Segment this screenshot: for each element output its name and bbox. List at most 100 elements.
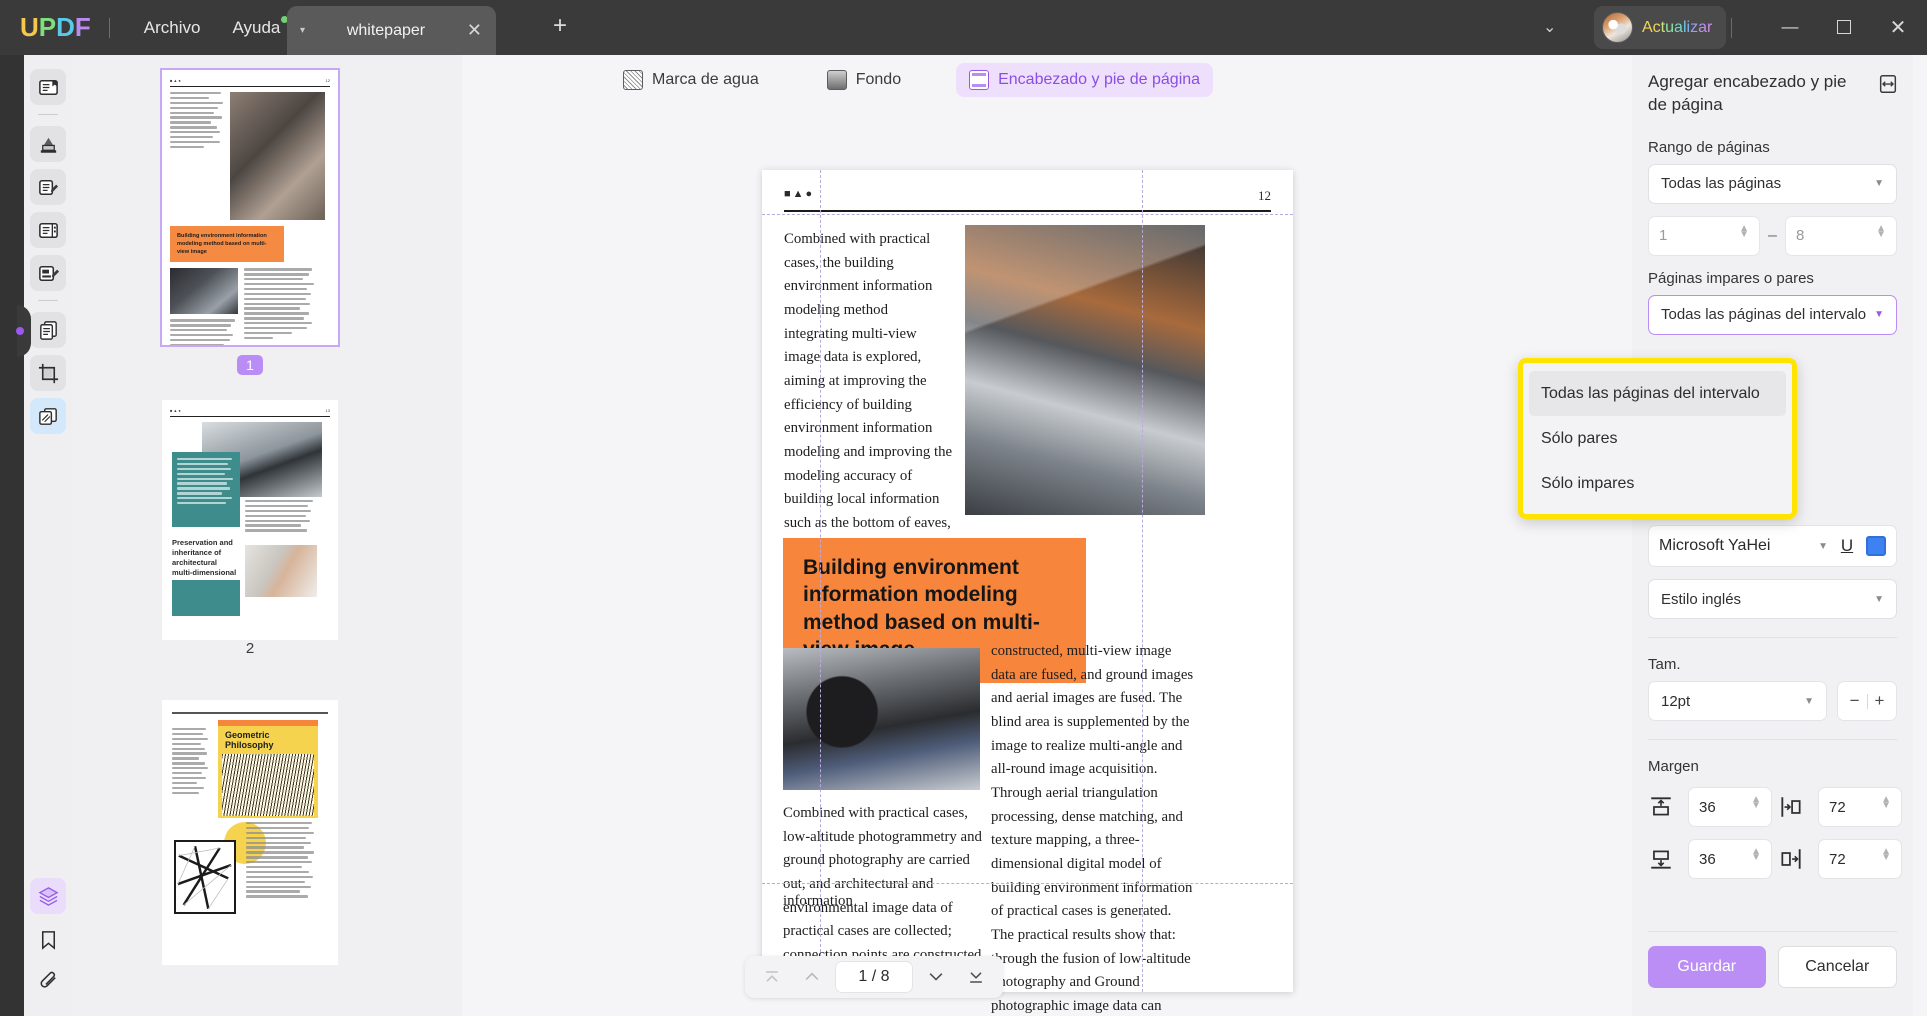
- font-size-select[interactable]: 12pt ▼: [1648, 681, 1827, 721]
- sidebar-collapse-dot-icon: [16, 327, 24, 335]
- chevron-down-icon[interactable]: ▼: [1818, 541, 1828, 552]
- thumbnail-render-3: Geometric Philosophy: [162, 700, 338, 965]
- font-size-stepper[interactable]: − +: [1837, 681, 1897, 721]
- tool-encabezado-pie-label: Encabezado y pie de página: [998, 71, 1201, 88]
- next-page-button[interactable]: [919, 961, 953, 993]
- watermark-batch-icon: [38, 407, 57, 425]
- page-navigation-bar[interactable]: 1 / 8: [745, 956, 1003, 998]
- sidebar-item-attachment[interactable]: [30, 964, 66, 1000]
- spinner-arrows-icon[interactable]: ▲ ▼: [1881, 794, 1891, 811]
- close-window-button[interactable]: ✕: [1880, 10, 1916, 44]
- font-size-value: 12pt: [1661, 692, 1691, 710]
- mini-title-3: Geometric Philosophy: [225, 730, 274, 750]
- tab-list-chevron-down-icon[interactable]: ⌄: [1543, 17, 1556, 37]
- save-button[interactable]: Guardar: [1648, 946, 1766, 988]
- font-family-select[interactable]: Microsoft YaHei: [1659, 537, 1810, 555]
- mini-page-number: 12: [325, 78, 330, 83]
- background-icon: [826, 70, 847, 90]
- thumbnail-label-wrap-2: 2: [162, 640, 338, 658]
- header-footer-icon: [969, 70, 990, 90]
- page-to-input[interactable]: 8 ▲ ▼: [1784, 215, 1897, 256]
- size-decrease-button[interactable]: −: [1850, 691, 1860, 711]
- sidebar-item-organize[interactable]: [30, 312, 66, 348]
- underline-button[interactable]: U: [1836, 536, 1858, 556]
- cancel-button[interactable]: Cancelar: [1777, 946, 1897, 988]
- spinner-arrows-icon[interactable]: ▲ ▼: [1739, 223, 1749, 240]
- sidebar-item-annotate[interactable]: [30, 169, 66, 205]
- expand-panel-button[interactable]: [1877, 73, 1899, 95]
- menu-ayuda[interactable]: Ayuda: [216, 12, 296, 44]
- page-range-select[interactable]: Todas las páginas ▼: [1648, 163, 1897, 204]
- first-page-button[interactable]: [755, 961, 789, 993]
- size-increase-button[interactable]: +: [1875, 691, 1885, 711]
- page-range-inputs: 1 ▲ ▼ – 8 ▲ ▼: [1648, 215, 1897, 256]
- margin-guide-left: [820, 170, 821, 992]
- odd-even-select[interactable]: Todas las páginas del intervalo ▼: [1648, 294, 1897, 335]
- menu-archivo[interactable]: Archivo: [128, 12, 217, 44]
- margin-bottom-input[interactable]: 36 ▲ ▼: [1688, 839, 1772, 879]
- maximize-icon: [1837, 20, 1851, 34]
- thumbnail-item-3[interactable]: Geometric Philosophy: [162, 700, 338, 965]
- thumbnail-page-3[interactable]: Geometric Philosophy: [162, 700, 338, 965]
- margin-top-input[interactable]: 36 ▲ ▼: [1688, 787, 1772, 827]
- sidebar-item-edit-pdf[interactable]: [30, 255, 66, 291]
- thumbnail-page-1[interactable]: ■▲● 12 Building environment information …: [160, 68, 340, 347]
- document-tab[interactable]: ▾ whitepaper ✕: [287, 6, 496, 55]
- odd-even-dropdown-popup[interactable]: Todas las páginas del intervalo Sólo par…: [1518, 358, 1797, 519]
- avatar[interactable]: [1602, 12, 1633, 43]
- thumbnail-panel[interactable]: ■▲● 12 Building environment information …: [72, 55, 462, 1016]
- minimize-button[interactable]: —: [1772, 10, 1808, 44]
- margin-grid: 36 ▲ ▼ 72 ▲ ▼ 36 ▲ ▼ 72 ▲ ▼: [1648, 787, 1902, 879]
- thumbnail-item-2[interactable]: ■▲● 13 Preservation and inheritance of a…: [162, 400, 338, 658]
- close-icon[interactable]: ✕: [467, 20, 482, 41]
- prev-page-button[interactable]: [795, 961, 829, 993]
- sidebar-item-edit-text[interactable]: [30, 212, 66, 248]
- sidebar-item-watermark-batch[interactable]: [30, 398, 66, 434]
- tool-fondo[interactable]: Fondo: [814, 63, 914, 97]
- page-number-input[interactable]: 1 / 8: [835, 961, 913, 993]
- sidebar-item-layers[interactable]: [30, 878, 66, 914]
- document-page[interactable]: ■▲● 12 Combined with practical cases, th…: [762, 170, 1293, 1014]
- dropdown-option-impares[interactable]: Sólo impares: [1523, 461, 1792, 506]
- tool-fondo-label: Fondo: [855, 71, 902, 88]
- font-color-swatch[interactable]: [1866, 536, 1886, 556]
- new-tab-button[interactable]: +: [553, 12, 567, 40]
- margin-left-input[interactable]: 72 ▲ ▼: [1818, 787, 1902, 827]
- stepper-divider: [1866, 693, 1868, 709]
- page-from-input[interactable]: 1 ▲ ▼: [1648, 215, 1761, 256]
- spinner-arrows-icon[interactable]: ▲ ▼: [1876, 223, 1886, 240]
- last-page-button[interactable]: [959, 961, 993, 993]
- style-select-wrap: Estilo inglés ▼: [1648, 579, 1897, 619]
- page-text-column-right: constructed, multi-view image data are f…: [991, 643, 1194, 1015]
- menu-ayuda-label: Ayuda: [232, 17, 281, 37]
- style-select[interactable]: Estilo inglés ▼: [1648, 579, 1897, 619]
- spinner-arrows-icon[interactable]: ▲ ▼: [1751, 794, 1761, 811]
- spinner-arrows-icon[interactable]: ▲ ▼: [1751, 846, 1761, 863]
- first-page-icon: [766, 971, 778, 982]
- sidebar-item-crop[interactable]: [30, 355, 66, 391]
- thumbnail-item-1[interactable]: ■▲● 12 Building environment information …: [160, 68, 340, 375]
- tool-marca-de-agua[interactable]: Marca de agua: [610, 63, 772, 97]
- font-row: Microsoft YaHei ▼ U: [1648, 525, 1897, 567]
- update-button[interactable]: Actualizar: [1594, 6, 1727, 49]
- organize-pages-icon: [39, 320, 57, 340]
- mini-header-1: ■▲● 12: [170, 78, 330, 87]
- dropdown-option-todas[interactable]: Todas las páginas del intervalo: [1529, 371, 1786, 416]
- annotate-icon: [38, 179, 58, 195]
- dropdown-option-pares[interactable]: Sólo pares: [1523, 416, 1792, 461]
- thumbnail-page-2[interactable]: ■▲● 13 Preservation and inheritance of a…: [162, 400, 338, 640]
- page-from-value: 1: [1659, 227, 1668, 245]
- mini-glyphs: ■▲●: [170, 78, 182, 83]
- chevron-down-icon: ▼: [1804, 695, 1814, 707]
- mini-page-number: 13: [325, 408, 330, 413]
- sidebar-item-reader[interactable]: [30, 69, 66, 105]
- margin-right-input[interactable]: 72 ▲ ▼: [1818, 839, 1902, 879]
- spinner-arrows-icon[interactable]: ▲ ▼: [1881, 846, 1891, 863]
- reader-view-icon: [38, 79, 58, 95]
- margin-bottom-icon: [1648, 846, 1674, 872]
- tab-title: whitepaper: [346, 21, 426, 39]
- sidebar-item-highlight[interactable]: [30, 126, 66, 162]
- sidebar-item-bookmark[interactable]: [30, 921, 66, 957]
- tool-encabezado-pie[interactable]: Encabezado y pie de página: [956, 63, 1214, 97]
- maximize-button[interactable]: [1826, 10, 1862, 44]
